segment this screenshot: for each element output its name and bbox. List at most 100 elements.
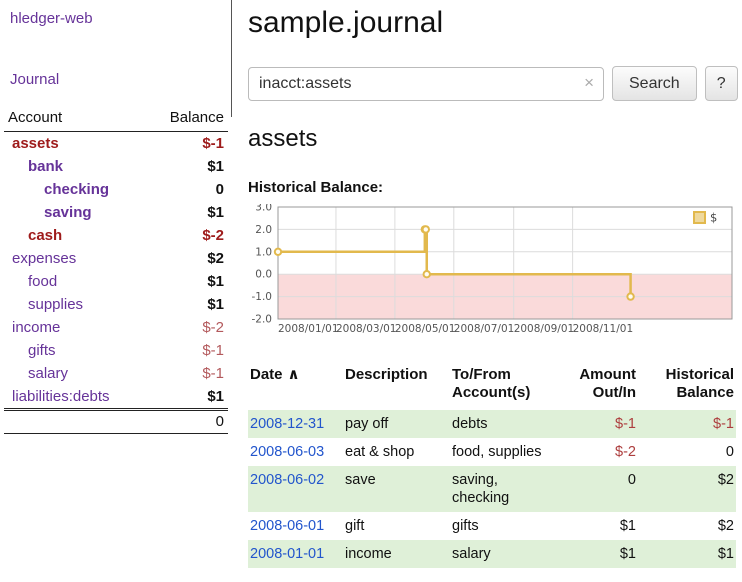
transaction-date-link[interactable]: 2008-01-01 — [250, 546, 324, 562]
account-link-food[interactable]: food — [28, 273, 57, 290]
sidebar: hledger-web Journal Account Balance asse… — [0, 0, 232, 434]
register-row: 2008-06-01giftgifts$1$2 — [248, 512, 736, 540]
account-link-cash[interactable]: cash — [28, 227, 62, 244]
balance-header-line1: Historical — [642, 366, 734, 384]
transaction-date-link[interactable]: 2008-06-01 — [250, 518, 324, 534]
accounts-table: Account Balance assets$-1bank$1checking0… — [4, 106, 228, 434]
accounts-total-spacer — [4, 410, 146, 434]
chart-point — [275, 249, 281, 255]
y-axis-tick-label: 3.0 — [255, 204, 272, 214]
account-row: supplies $1 — [4, 293, 228, 316]
register-col-balance: Historical Balance — [642, 364, 736, 410]
transaction-balance: $2 — [642, 466, 736, 512]
account-row: liabilities:debts$1 — [4, 385, 228, 410]
transaction-date-link[interactable]: 2008-12-31 — [250, 416, 324, 432]
register-row: 2008-01-01incomesalary$1$1 — [248, 540, 736, 568]
register-col-amount: Amount Out/In — [557, 364, 642, 410]
account-link-income[interactable]: income — [12, 319, 60, 336]
transaction-accounts: food, supplies — [452, 438, 557, 466]
balance-header-line2: Balance — [642, 384, 734, 402]
accounts-header-row: Account Balance — [4, 106, 228, 132]
register-table: Date∧ Description To/From Account(s) Amo… — [248, 364, 736, 568]
date-header-label: Date — [250, 366, 283, 383]
search-button[interactable]: Search — [612, 66, 697, 101]
account-link-bank[interactable]: bank — [28, 158, 63, 175]
search-input[interactable] — [248, 67, 604, 101]
accounts-header-line1: To/From — [452, 366, 547, 384]
amount-header-line1: Amount — [557, 366, 636, 384]
accounts-col-balance: Balance — [146, 106, 228, 132]
sidebar-divider — [231, 0, 232, 117]
transaction-description: income — [345, 540, 452, 568]
sort-ascending-icon: ∧ — [288, 366, 300, 383]
account-row: bank$1 — [4, 155, 228, 178]
search-box: × — [248, 67, 604, 101]
chart-point — [627, 293, 633, 299]
account-link-expenses[interactable]: expenses — [12, 250, 76, 267]
y-axis-tick-label: 1.0 — [255, 246, 272, 258]
account-balance: $-1 — [146, 132, 228, 156]
x-axis-tick-label: 2008/11/01 — [573, 323, 634, 335]
transaction-description: pay off — [345, 410, 452, 438]
x-axis-tick-label: 2008/01/01 — [278, 323, 339, 335]
x-axis-tick-label: 2008/03/01 — [336, 323, 397, 335]
account-balance: $1 — [146, 270, 228, 293]
chart-point — [424, 271, 430, 277]
clear-search-icon[interactable]: × — [584, 73, 594, 93]
transaction-date-cell: 2008-06-01 — [248, 512, 345, 540]
transaction-description: save — [345, 466, 452, 512]
search-row: × Search ? — [248, 66, 740, 101]
transaction-date-cell: 2008-01-01 — [248, 540, 345, 568]
accounts-total-row: 0 — [4, 410, 228, 434]
transaction-amount: $1 — [557, 540, 642, 568]
transaction-date-cell: 2008-06-02 — [248, 466, 345, 512]
account-link-saving[interactable]: saving — [44, 204, 92, 221]
chart-legend-swatch — [694, 212, 705, 223]
chart-legend-label: $ — [710, 211, 717, 225]
account-balance: $-1 — [146, 339, 228, 362]
transaction-amount: $-2 — [557, 438, 642, 466]
account-name-cell: supplies — [4, 293, 146, 316]
account-name-cell: checking — [4, 178, 146, 201]
y-axis-tick-label: -1.0 — [252, 291, 273, 303]
account-link-liabilities-debts[interactable]: liabilities:debts — [12, 388, 110, 405]
transaction-date-link[interactable]: 2008-06-02 — [250, 472, 324, 488]
register-row: 2008-06-02savesaving, checking0$2 — [248, 466, 736, 512]
account-link-checking[interactable]: checking — [44, 181, 109, 198]
account-link-gifts[interactable]: gifts — [28, 342, 56, 359]
account-row: cash$-2 — [4, 224, 228, 247]
sidebar-item-journal[interactable]: Journal — [10, 71, 232, 88]
account-name-cell: income — [4, 316, 146, 339]
transaction-balance: $2 — [642, 512, 736, 540]
account-name-cell: saving — [4, 201, 146, 224]
transaction-description: gift — [345, 512, 452, 540]
account-name-cell: liabilities:debts — [4, 385, 146, 410]
app-title-link[interactable]: hledger-web — [10, 10, 232, 27]
account-row: gifts $-1 — [4, 339, 228, 362]
account-link-assets[interactable]: assets — [12, 135, 59, 152]
account-balance: $1 — [146, 293, 228, 316]
account-name-cell: cash — [4, 224, 146, 247]
y-axis-tick-label: -2.0 — [252, 314, 273, 326]
transaction-date-link[interactable]: 2008-06-03 — [250, 444, 324, 460]
transaction-accounts: saving, checking — [452, 466, 557, 512]
transaction-date-cell: 2008-06-03 — [248, 438, 345, 466]
transaction-accounts: debts — [452, 410, 557, 438]
transaction-description: eat & shop — [345, 438, 452, 466]
transaction-amount: $1 — [557, 512, 642, 540]
chart-title: Historical Balance: — [248, 179, 740, 196]
register-col-date[interactable]: Date ∧ — [248, 364, 345, 410]
account-link-supplies[interactable]: supplies — [28, 296, 83, 313]
x-axis-tick-label: 2008/05/01 — [395, 323, 456, 335]
account-name-cell: gifts — [4, 339, 146, 362]
page-title: sample.journal — [248, 6, 740, 40]
historical-balance-chart: 3.02.01.00.0-1.0-2.02008/01/012008/03/01… — [248, 204, 736, 344]
register-col-accounts: To/From Account(s) — [452, 364, 557, 410]
help-button[interactable]: ? — [705, 66, 738, 101]
account-name-cell: assets — [4, 132, 146, 156]
register-row: 2008-12-31pay offdebts$-1$-1 — [248, 410, 736, 438]
accounts-table-body: assets$-1bank$1checking0saving$1cash$-2e… — [4, 132, 228, 410]
x-axis-tick-label: 2008/09/01 — [514, 323, 575, 335]
account-link-salary[interactable]: salary — [28, 365, 68, 382]
transaction-date-cell: 2008-12-31 — [248, 410, 345, 438]
